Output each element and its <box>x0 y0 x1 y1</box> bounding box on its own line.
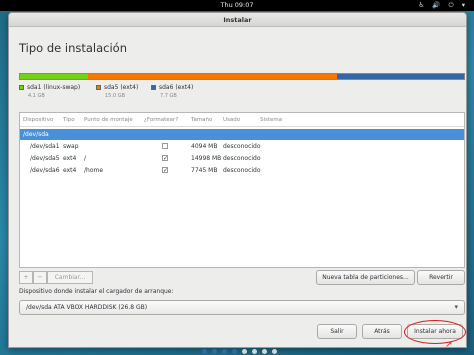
col-type[interactable]: Tipo <box>63 117 75 123</box>
page-title: Tipo de instalación <box>19 41 128 55</box>
progress-dot <box>252 349 257 354</box>
legend-sda1: sda1 (linux-swap) 4.1 GB <box>19 84 80 99</box>
change-partition-button[interactable]: Cambiar... <box>47 271 93 284</box>
swatch-icon <box>151 85 156 90</box>
col-used[interactable]: Usado <box>223 117 240 123</box>
progress-dot-complete <box>232 349 237 354</box>
chevron-down-icon: ▾ <box>454 303 458 311</box>
progress-dot <box>262 349 267 354</box>
col-size[interactable]: Tamaño <box>191 117 212 123</box>
swatch-icon <box>96 85 101 90</box>
progress-dot <box>272 349 277 354</box>
revert-button[interactable]: Revertir <box>417 270 465 285</box>
new-partition-table-button[interactable]: Nueva tabla de particiones... <box>316 270 415 285</box>
titlebar: Instalar <box>9 13 466 27</box>
col-format[interactable]: ¿Formatear? <box>144 117 178 123</box>
swatch-icon <box>19 85 24 90</box>
quit-button[interactable]: Salir <box>317 324 357 339</box>
progress-dot-complete <box>202 349 207 354</box>
partition-bar-sda5 <box>87 74 337 79</box>
legend-sda5: sda5 (ext4) 15.0 GB <box>96 84 138 99</box>
col-mount[interactable]: Punto de montaje <box>84 117 133 123</box>
bootloader-select[interactable]: /dev/sda ATA VBOX HARDDISK (26.8 GB) ▾ <box>19 300 465 315</box>
back-button[interactable]: Atrás <box>362 324 402 339</box>
installer-window: Instalar Tipo de instalación sda1 (linux… <box>8 12 467 350</box>
partition-bar-sda1 <box>20 74 88 79</box>
table-row[interactable]: /dev/sda1 swap 4094 MB desconocido <box>20 141 464 152</box>
annotation-circle <box>404 320 466 344</box>
add-partition-button[interactable]: + <box>19 271 33 284</box>
top-bar: Thu 09:07 ♿ 🔊 ⏻ ▾ <box>0 0 474 11</box>
status-icons[interactable]: ♿ 🔊 ⏻ ▾ <box>418 1 468 10</box>
format-checkbox[interactable]: ✓ <box>162 167 168 174</box>
table-row[interactable]: /dev/sda6 ext4 /home ✓ 7745 MB desconoci… <box>20 165 464 176</box>
format-checkbox[interactable]: ✓ <box>162 155 168 162</box>
partition-bar-sda6 <box>336 74 464 79</box>
partition-bar <box>19 73 465 80</box>
annotation-arrow-icon: ↗ <box>445 340 453 350</box>
col-device[interactable]: Dispositivo <box>23 117 53 123</box>
table-row[interactable]: /dev/sda5 ext4 / ✓ 14998 MB desconocido <box>20 153 464 164</box>
clock[interactable]: Thu 09:07 <box>0 1 474 9</box>
window-title: Instalar <box>223 16 252 24</box>
progress-dot <box>242 349 247 354</box>
remove-partition-button[interactable]: − <box>33 271 47 284</box>
table-header: Dispositivo Tipo Punto de montaje ¿Forma… <box>20 113 464 127</box>
partition-table[interactable]: Dispositivo Tipo Punto de montaje ¿Forma… <box>19 112 465 268</box>
bootloader-label: Dispositivo donde instalar el cargador d… <box>19 288 174 295</box>
col-system[interactable]: Sistema <box>260 117 282 123</box>
format-checkbox[interactable] <box>162 143 168 149</box>
legend-sda6: sda6 (ext4) 7.7 GB <box>151 84 193 99</box>
bootloader-value: /dev/sda ATA VBOX HARDDISK (26.8 GB) <box>26 304 148 311</box>
progress-dot-complete <box>212 349 217 354</box>
progress-dot-complete <box>222 349 227 354</box>
table-row-disk[interactable]: /dev/sda <box>20 129 464 140</box>
